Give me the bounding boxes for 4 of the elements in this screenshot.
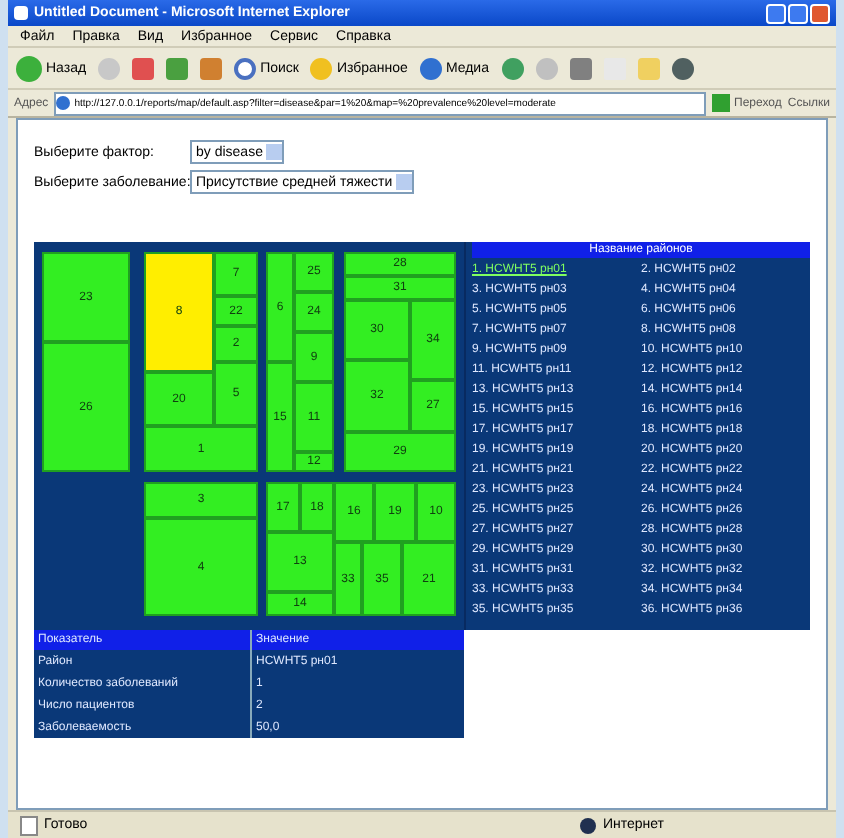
maximize-button[interactable] — [788, 3, 808, 23]
minimize-button[interactable] — [766, 3, 786, 23]
close-button[interactable] — [810, 3, 830, 23]
page-icon — [20, 815, 38, 835]
